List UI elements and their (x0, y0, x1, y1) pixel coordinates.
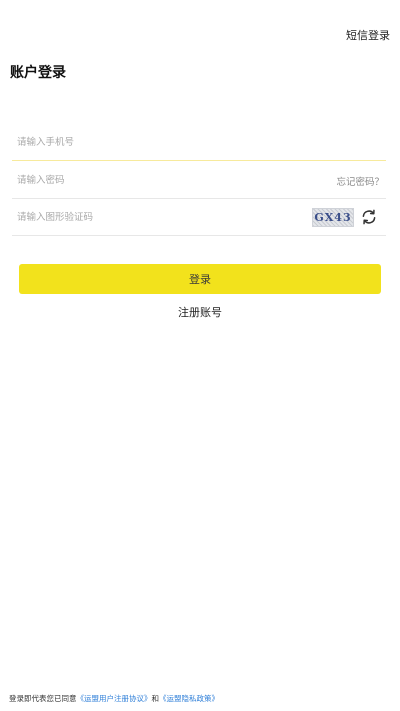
refresh-icon[interactable] (360, 208, 378, 226)
password-field: 忘记密码？ (12, 162, 386, 199)
privacy-policy-link[interactable]: 《运盟隐私政策》 (159, 694, 219, 703)
forgot-password-link[interactable]: 忘记密码？ (336, 174, 384, 188)
user-agreement-link[interactable]: 《运盟用户注册协议》 (77, 694, 152, 703)
login-button[interactable]: 登录 (19, 264, 381, 294)
captcha-field: GX43 (12, 199, 386, 236)
agreement-prefix: 登录即代表您已同意 (9, 694, 77, 703)
phone-field (12, 124, 386, 161)
agreement-conjunction: 和 (151, 694, 160, 703)
captcha-input[interactable] (12, 199, 247, 235)
captcha-image[interactable]: GX43 (312, 208, 354, 227)
password-input[interactable] (12, 162, 247, 198)
register-link[interactable]: 注册账号 (0, 304, 400, 320)
phone-input[interactable] (12, 124, 247, 160)
sms-login-link[interactable]: 短信登录 (346, 27, 390, 43)
agreement-notice: 登录即代表您已同意《运盟用户注册协议》和《运盟隐私政策》 (9, 693, 219, 704)
page-title: 账户登录 (10, 65, 66, 81)
